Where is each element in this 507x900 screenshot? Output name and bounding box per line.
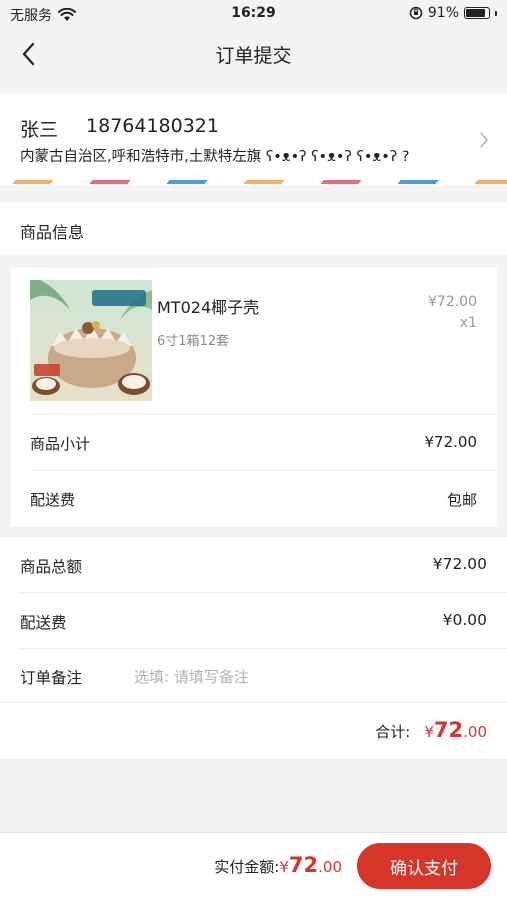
battery-cap [495, 10, 497, 16]
pay-amount: 实付金额: ¥ 72 .00 [214, 853, 342, 877]
stripe-segment [12, 180, 54, 184]
envelope-stripe [0, 180, 507, 185]
product-name: MT024椰子壳 [157, 298, 260, 317]
address-card[interactable]: 张三 18764180321 内蒙古自治区,呼和浩特市,土默特左旗 ʕ•ᴥ•ʔ … [0, 93, 507, 185]
divider [30, 470, 497, 471]
total-amount-int: 72 [433, 718, 464, 742]
product-quantity: x1 [459, 315, 477, 331]
battery-icon [464, 7, 490, 19]
section-title: 商品信息 [20, 223, 85, 242]
divider [0, 702, 507, 703]
page-title: 订单提交 [215, 45, 292, 67]
goods-section-header: 商品信息 [0, 203, 507, 255]
goods-total-value: ¥72.00 [432, 555, 487, 573]
stripe-segment [243, 180, 285, 184]
order-note-input[interactable] [134, 665, 464, 689]
bottom-bar: 实付金额: ¥ 72 .00 确认支付 [0, 832, 507, 900]
orientation-lock-icon [409, 6, 423, 20]
battery-percent: 91% [427, 5, 459, 21]
status-right: 91% [409, 5, 497, 21]
address-name: 张三 [20, 119, 59, 141]
confirm-pay-button[interactable]: 确认支付 [357, 843, 491, 889]
address-detail: 内蒙古自治区,呼和浩特市,土默特左旗 ʕ•ᴥ•ʔ ʕ•ᴥ•ʔ ʕ•ᴥ•ʔ ? [20, 149, 410, 165]
goods-card: MT024椰子壳 6寸1箱12套 ¥72.00 x1 商品小计 ¥72.00 配… [11, 268, 497, 526]
total-currency: ¥ [424, 723, 434, 741]
product-spec: 6寸1箱12套 [157, 334, 230, 349]
shipping-fee-value: ¥0.00 [442, 611, 487, 629]
stripe-segment [397, 180, 439, 184]
goods-shipping-value: 包邮 [446, 491, 477, 509]
total-amount-dec: .00 [463, 723, 487, 741]
shipping-fee-label: 配送费 [20, 614, 67, 632]
divider [20, 648, 507, 649]
subtotal-label: 商品小计 [30, 435, 91, 453]
chevron-right-icon [480, 132, 488, 148]
status-bar: 无服务 16:29 91% [0, 0, 507, 28]
pay-amount-dec: .00 [318, 858, 342, 876]
stripe-segment [474, 180, 507, 184]
order-note-label: 订单备注 [20, 669, 83, 687]
pay-amount-int: 72 [288, 853, 319, 877]
address-phone: 18764180321 [86, 115, 219, 137]
pay-currency: ¥ [279, 858, 289, 876]
subtotal-value: ¥72.00 [424, 433, 478, 451]
goods-shipping-label: 配送费 [30, 491, 76, 509]
divider [20, 592, 507, 593]
nav-bar: 订单提交 [0, 28, 507, 80]
address-contact: 张三 18764180321 [20, 115, 219, 142]
product-price: ¥72.00 [428, 294, 477, 310]
coconut-cake-image [30, 280, 152, 401]
total-label: 合计: [375, 723, 411, 741]
pay-label: 实付金额: [214, 858, 280, 876]
stripe-segment [89, 180, 131, 184]
stripe-segment [166, 180, 208, 184]
divider [30, 414, 497, 415]
stripe-segment [320, 180, 362, 184]
goods-total-label: 商品总额 [20, 558, 83, 576]
order-summary: 商品总额 ¥72.00 配送费 ¥0.00 订单备注 合计: ¥ 72 .00 [0, 538, 507, 758]
product-image[interactable] [30, 280, 152, 401]
total-row: 合计: ¥ 72 .00 [375, 718, 487, 742]
